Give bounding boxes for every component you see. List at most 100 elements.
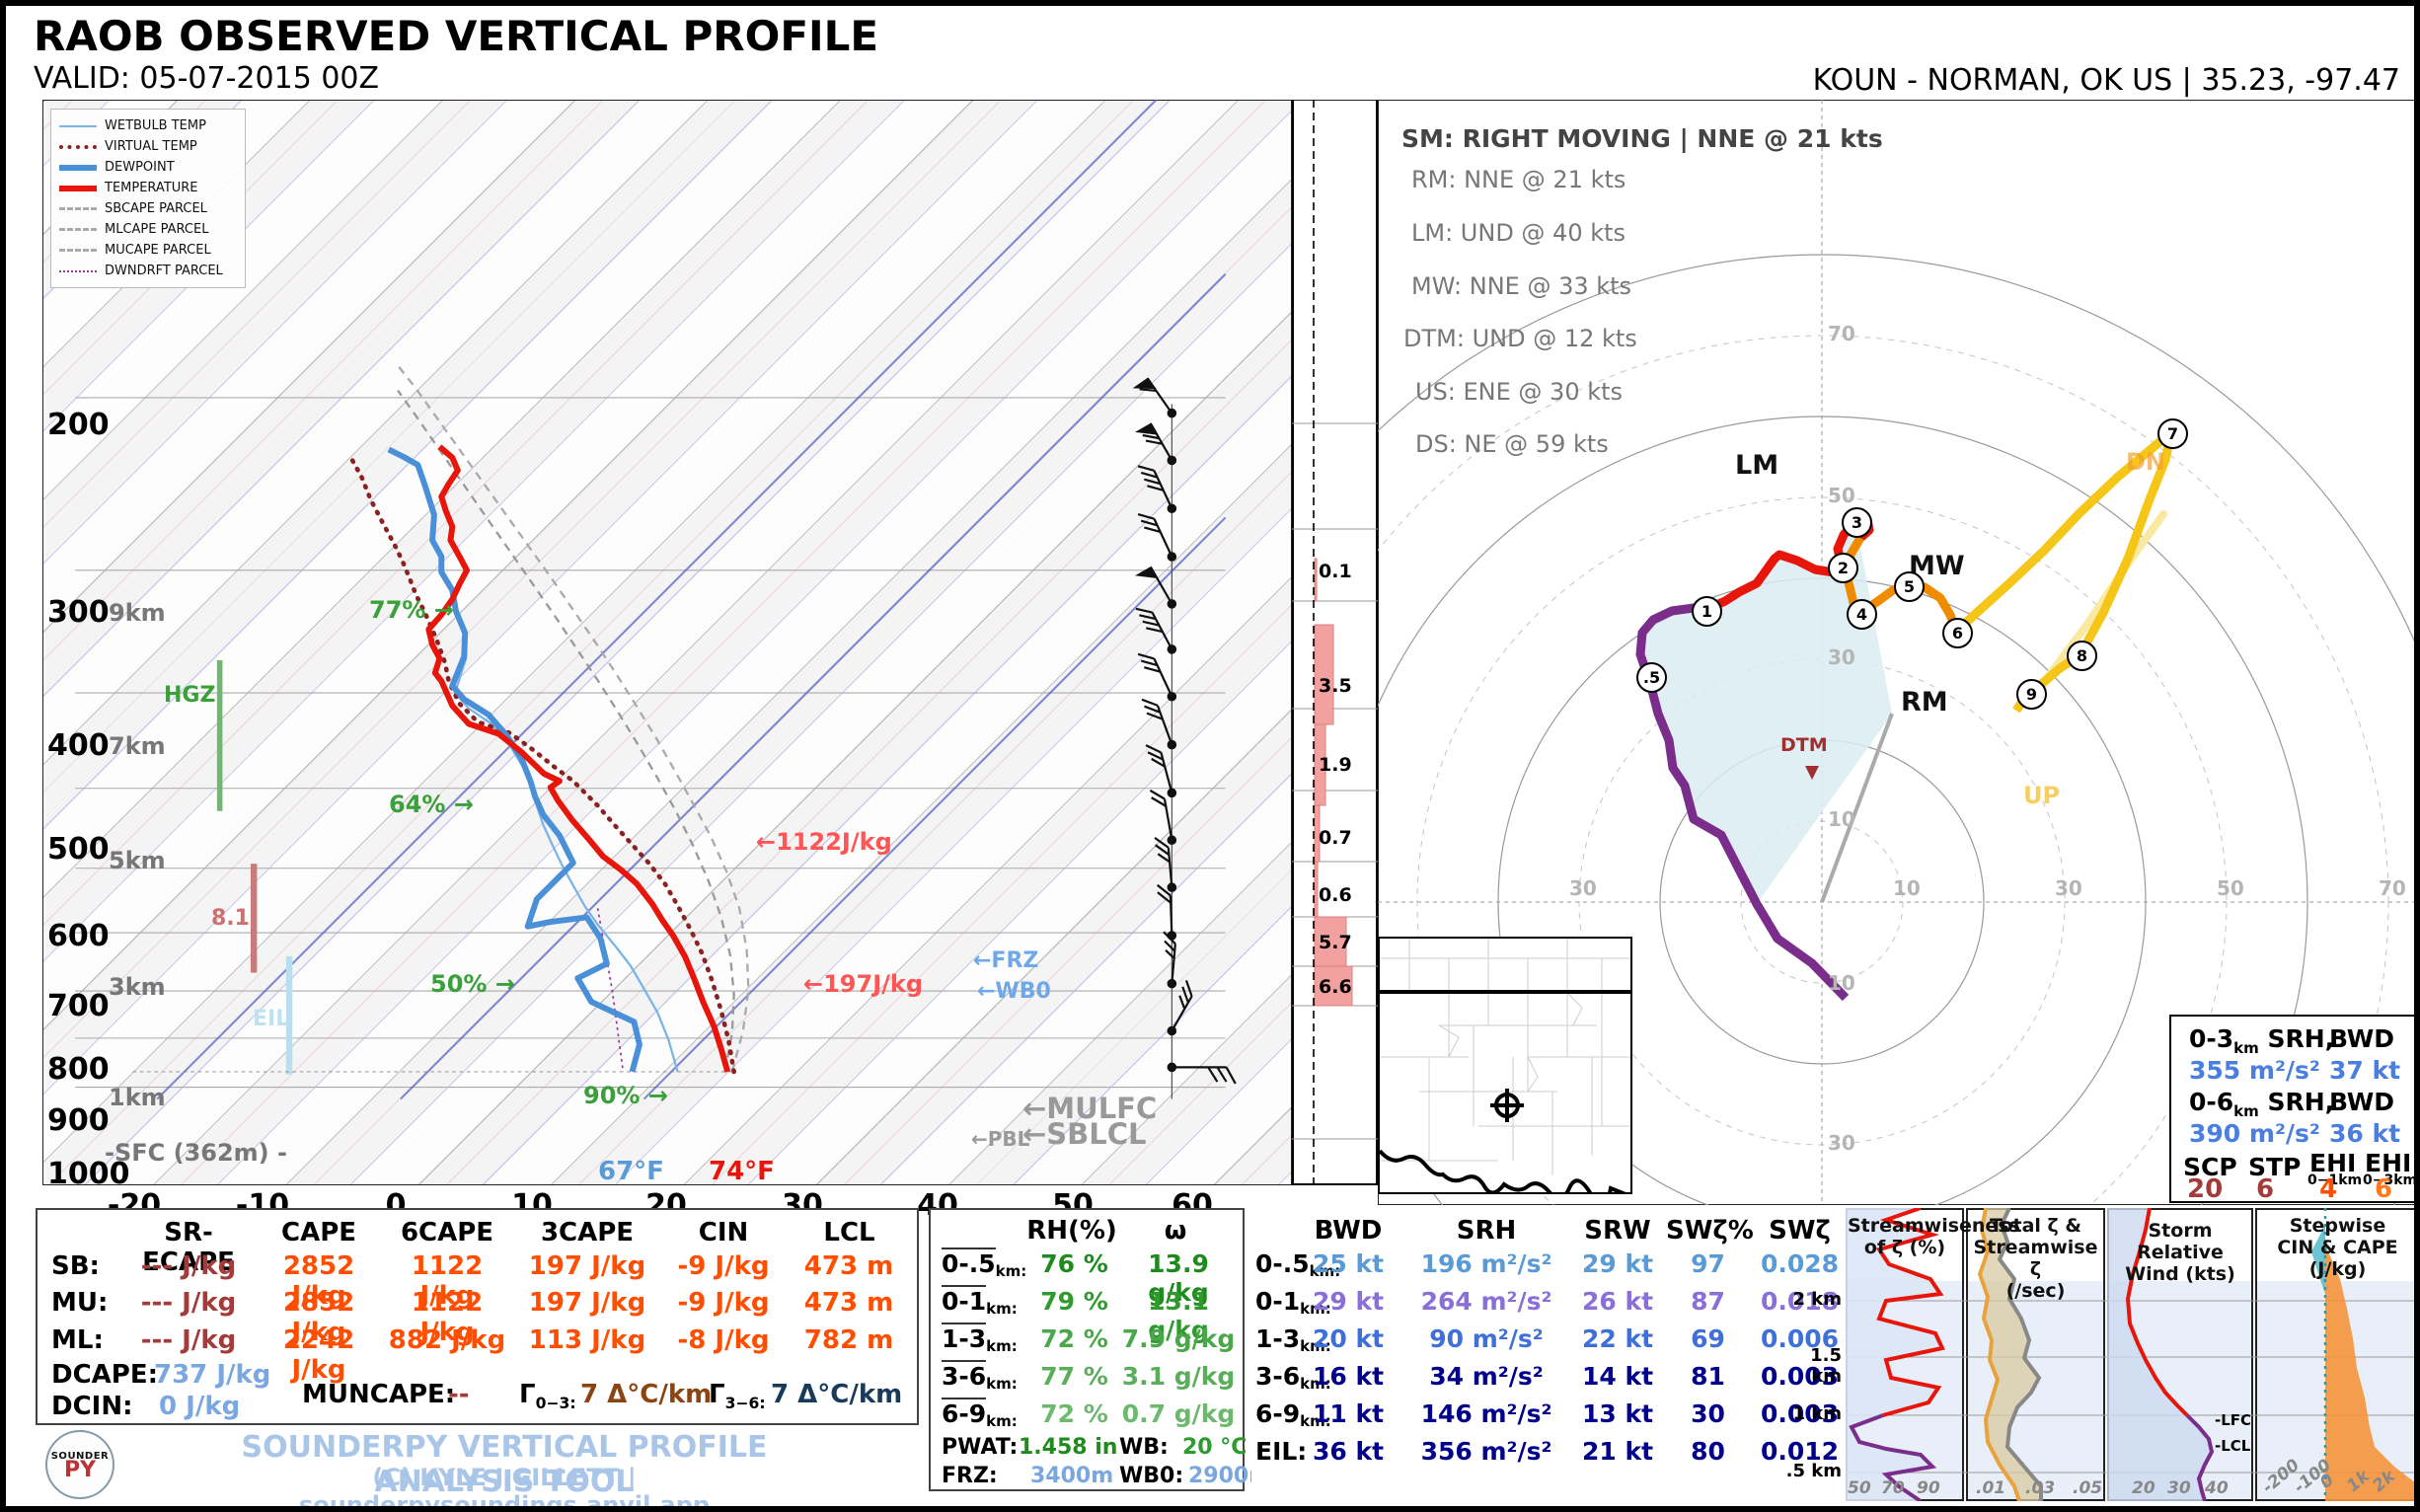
dewpoint-line-icon (59, 165, 97, 171)
ehi3-value: 6 (2375, 1174, 2392, 1204)
srh-fill-area (1640, 521, 1892, 904)
srh-value: 355 m²/s² (2189, 1056, 2320, 1085)
lapse-label: 8.1 (211, 906, 250, 931)
height-tick: 7km (109, 732, 166, 760)
surface-temp-label: 74°F (709, 1157, 775, 1186)
legend-item: WETBULB TEMP (59, 115, 237, 136)
sfc-label: -SFC (362m) - (105, 1139, 287, 1167)
lcl-label: -LCL (2215, 1437, 2250, 1455)
ehi1-value: 4 (2319, 1174, 2337, 1204)
ring-label: 10 (1893, 876, 1921, 900)
bwd-cell: 11 kt (1304, 1399, 1393, 1428)
cell: 473 m (785, 1288, 913, 1318)
col-header: LCL (788, 1218, 911, 1247)
lapse36-value: 7 Δ°C/km (771, 1380, 902, 1409)
sblcl-annotation: ←SBLCL (1022, 1117, 1147, 1151)
lapse03-value: 7 Δ°C/km (580, 1380, 712, 1409)
height-tick: 5km (109, 847, 166, 874)
panel-title: Storm RelativeWind (kts) (2109, 1220, 2251, 1285)
srh-row-label: BWD (2329, 1024, 2394, 1053)
layer-value: 0.1 (1319, 561, 1352, 582)
cell: 782 m (785, 1325, 913, 1355)
dcin-value: 0 J/kg (159, 1392, 240, 1421)
hodo-height-marker: 7 (2157, 418, 2188, 449)
srw-cell: 21 kt (1573, 1437, 1662, 1466)
pressure-tick: 600 (47, 919, 116, 953)
skewt-legend: WETBULB TEMP VIRTUAL TEMP DEWPOINT TEMPE… (50, 109, 246, 288)
station-crosshair-icon (1490, 1089, 1524, 1122)
layer-label: EIL: (1255, 1437, 1307, 1466)
cell: -9 J/kg (659, 1288, 788, 1318)
wetbulb-line-icon (59, 125, 97, 127)
height-tick: 1km (109, 1084, 166, 1111)
swzpct-cell: 69 (1666, 1324, 1750, 1353)
pressure-tick: 900 (47, 1103, 116, 1138)
lapse36-label: Γ3−6: (709, 1380, 766, 1412)
srh-row-label: 0-3km SRH, (2189, 1024, 2334, 1057)
layer-label: 6-9km: (942, 1399, 1018, 1430)
dcape-label: DCAPE: (51, 1360, 158, 1390)
legend-item: MLCAPE PARCEL (59, 219, 237, 240)
rh-value: 79 % (1032, 1287, 1116, 1316)
col-header: 6CAPE (383, 1218, 511, 1247)
virtual-temp-line-icon (59, 145, 97, 149)
ring-label: 70 (2379, 876, 2406, 900)
sounderpy-logo: SOUNDER PY (45, 1430, 114, 1499)
kin-header: SRW (1573, 1216, 1662, 1246)
legend-label: VIRTUAL TEMP (105, 139, 197, 154)
page-title: RAOB OBSERVED VERTICAL PROFILE (34, 12, 878, 60)
panel-xtick: 30 (2167, 1478, 2191, 1498)
kin-header: SWζ (1758, 1216, 1842, 1246)
cell: 197 J/kg (523, 1251, 651, 1281)
legend-label: MUCAPE PARCEL (105, 243, 211, 258)
pressure-tick: 800 (47, 1052, 116, 1087)
kin-header: SRH (1407, 1216, 1565, 1246)
cell: --- J/kg (124, 1325, 253, 1355)
col-header: CAPE (255, 1218, 383, 1247)
logo-text: PY (64, 1462, 96, 1479)
sounderpy-analysis-figure: RAOB OBSERVED VERTICAL PROFILE VALID: 05… (0, 0, 2420, 1512)
srh-cell: 90 m²/s² (1407, 1324, 1565, 1353)
rh-value: 77 % (1032, 1362, 1116, 1391)
legend-item: DEWPOINT (59, 157, 237, 178)
legend-label: DEWPOINT (105, 160, 175, 175)
frz-value: 3400m (1030, 1464, 1113, 1488)
rh-annotation: 50% → (430, 970, 515, 998)
lfc-label: -LFC (2215, 1411, 2251, 1429)
frz-annotation: ←FRZ (973, 948, 1038, 973)
ring-label: 50 (2217, 876, 2244, 900)
ring-label: 70 (1828, 322, 1855, 345)
cape6-annotation: ←1122J/kg (756, 828, 892, 856)
isotherm-highlight-lines (157, 100, 1226, 1099)
legend-label: SBCAPE PARCEL (105, 201, 207, 216)
srw-cell: 22 kt (1573, 1324, 1662, 1353)
storm-motion-line: DTM: UND @ 12 kts (1403, 325, 1637, 352)
ring-label: 30 (1828, 1131, 1855, 1155)
ring-label: 50 (1828, 484, 1855, 507)
downdraft-parcel-line-icon (59, 270, 97, 272)
legend-label: DWNDRFT PARCEL (105, 264, 223, 278)
swzpct-cell: 97 (1666, 1249, 1750, 1278)
srh-row-label: BWD (2329, 1088, 2394, 1116)
ring-label: 30 (1569, 876, 1597, 900)
srw-cell: 13 kt (1573, 1399, 1662, 1428)
rh-annotation: 90% → (583, 1082, 668, 1109)
rh-annotation: 64% → (389, 791, 474, 818)
layer-value: 5.7 (1319, 932, 1352, 953)
rm-label: RM (1901, 687, 1948, 718)
cell: -9 J/kg (659, 1251, 788, 1281)
rh-value: 76 % (1032, 1249, 1116, 1278)
srh-cell: 146 m²/s² (1407, 1399, 1565, 1428)
height-axis-label: 1 km (1782, 1403, 1842, 1424)
pressure-tick: 300 (47, 595, 116, 630)
cape3-annotation: ←197J/kg (803, 970, 923, 998)
location-map-inset (1378, 937, 1632, 1194)
hodo-height-marker: 5 (1894, 571, 1925, 602)
pbl-annotation: ←PBL (971, 1127, 1029, 1151)
panel-xtick: 50 (1848, 1478, 1871, 1498)
hodo-height-marker: 2 (1828, 553, 1858, 583)
rh-value: 72 % (1032, 1324, 1116, 1353)
srh-row-label: 0-6km SRH, (2189, 1088, 2334, 1120)
layer-value: 0.7 (1319, 827, 1352, 849)
bwd-cell: 20 kt (1304, 1324, 1393, 1353)
